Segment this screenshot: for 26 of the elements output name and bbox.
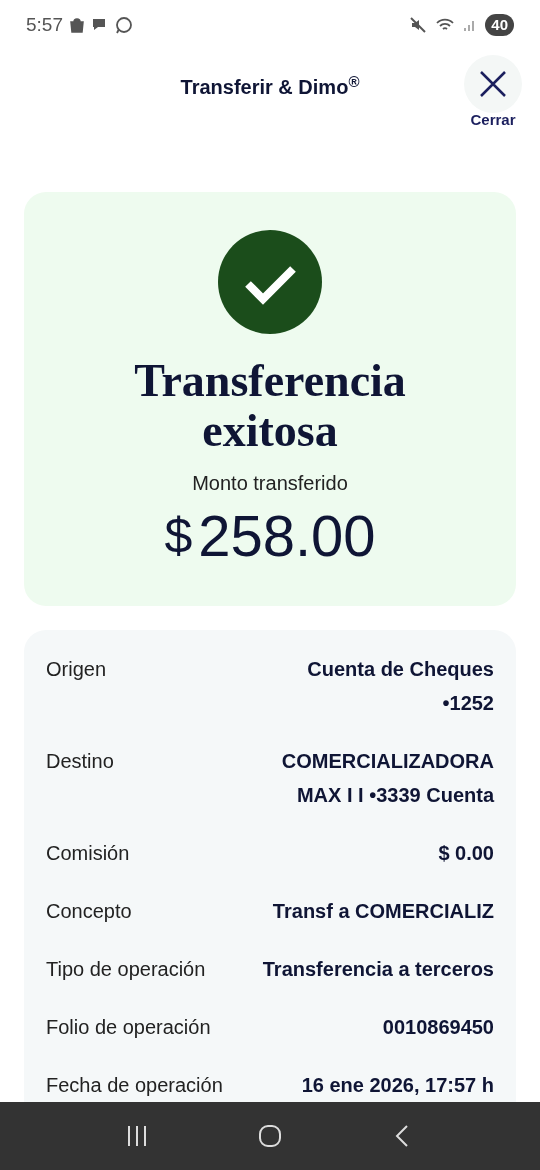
detail-label: Origen <box>46 657 107 682</box>
amount-label: Monto transferido <box>192 471 348 496</box>
detail-label: Concepto <box>46 899 132 924</box>
status-time: 5:57 <box>26 13 63 38</box>
check-icon <box>218 230 322 334</box>
detail-label: Fecha de operación <box>46 1073 223 1098</box>
detail-value: $ 0.00 <box>438 841 494 866</box>
mute-icon <box>409 16 428 35</box>
detail-value: COMERCIALIZADORA MAX I I •3339 Cuenta <box>280 749 494 808</box>
detail-label: Comisión <box>46 841 130 866</box>
currency-symbol: $ <box>164 507 193 566</box>
detail-value: Transferencia a terceros <box>262 957 494 982</box>
battery-badge: 40 <box>485 14 514 37</box>
shopping-bag-icon <box>69 17 85 34</box>
home-icon[interactable] <box>258 1124 282 1148</box>
detail-label: Destino <box>46 749 114 774</box>
close-icon <box>479 69 507 98</box>
detail-value: 0010869450 <box>382 1015 494 1040</box>
detail-label: Folio de operación <box>46 1015 211 1040</box>
amount-value: 258.00 <box>198 506 376 566</box>
detail-value: Cuenta de Cheques •1252 <box>306 657 494 716</box>
detail-label: Tipo de operación <box>46 957 206 982</box>
screen-title: Transferir & Dimo$^{®}$ <box>180 72 360 101</box>
success-title: Transferencia exitosa <box>133 356 407 456</box>
detail-value: Transf a COMERCIALIZ <box>272 899 494 924</box>
detail-value: 16 ene 2026, 17:57 h <box>301 1073 494 1098</box>
